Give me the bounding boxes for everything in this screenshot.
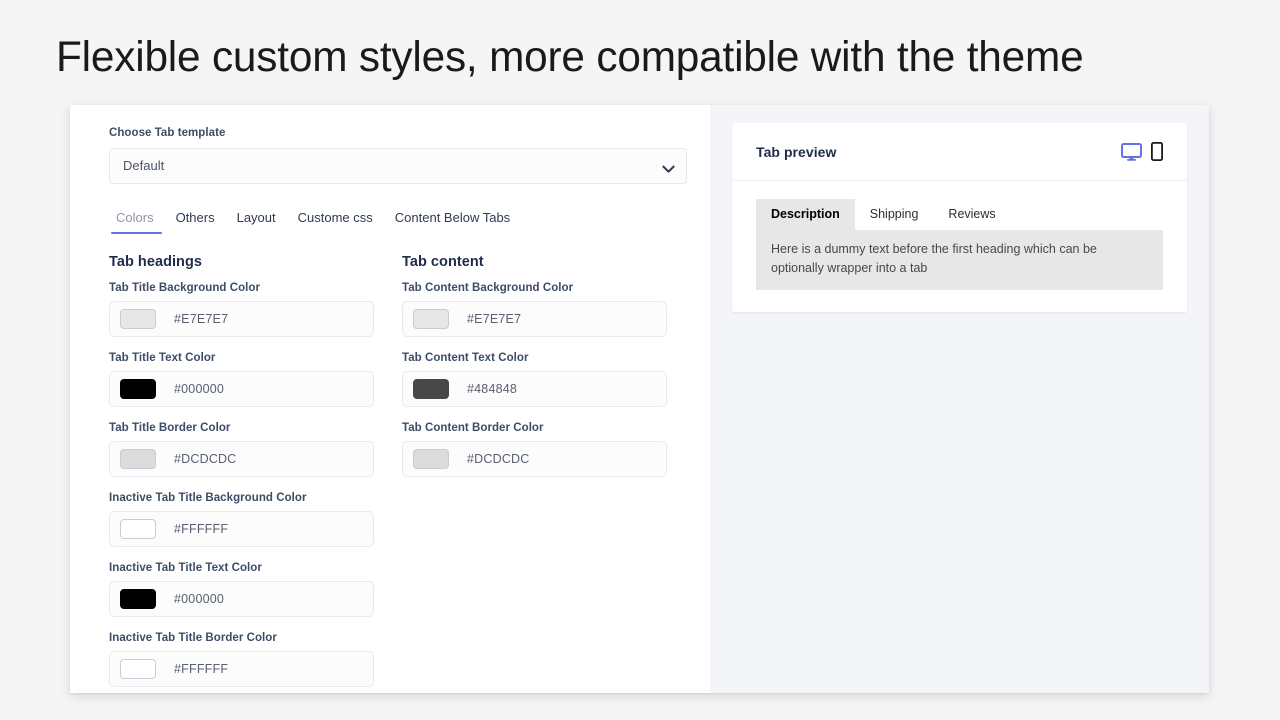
field-label: Tab Content Text Color	[402, 352, 667, 364]
color-input[interactable]: #E7E7E7	[402, 301, 667, 337]
field-label: Tab Title Border Color	[109, 422, 374, 434]
field-label: Inactive Tab Title Text Color	[109, 562, 374, 574]
tab-label: Colors	[116, 210, 154, 225]
hex-value: #000000	[174, 382, 224, 396]
hex-value: #DCDCDC	[467, 452, 530, 466]
tab-label: Layout	[237, 210, 276, 225]
field-tab-title-text-color: Tab Title Text Color #000000	[109, 352, 374, 407]
color-input[interactable]: #484848	[402, 371, 667, 407]
color-swatch[interactable]	[120, 449, 156, 469]
desktop-view-icon[interactable]	[1121, 143, 1142, 161]
field-label: Tab Content Background Color	[402, 282, 667, 294]
tab-label: Others	[176, 210, 215, 225]
color-input[interactable]: #FFFFFF	[109, 651, 374, 687]
field-label: Inactive Tab Title Background Color	[109, 492, 374, 504]
color-swatch[interactable]	[413, 449, 449, 469]
preview-title: Tab preview	[756, 144, 836, 160]
hex-value: #FFFFFF	[174, 522, 228, 536]
color-swatch[interactable]	[120, 589, 156, 609]
field-label: Tab Title Background Color	[109, 282, 374, 294]
template-select-label: Choose Tab template	[109, 127, 684, 139]
page-title: Flexible custom styles, more compatible …	[56, 28, 1083, 86]
preview-body: Description Shipping Reviews Here is a d…	[732, 181, 1187, 312]
field-label: Inactive Tab Title Border Color	[109, 632, 374, 644]
column-tab-content: Tab content Tab Content Background Color…	[402, 254, 667, 693]
color-input[interactable]: #000000	[109, 371, 374, 407]
hex-value: #FFFFFF	[174, 662, 228, 676]
section-title: Tab content	[402, 254, 667, 270]
color-input[interactable]: #FFFFFF	[109, 511, 374, 547]
color-input[interactable]: #DCDCDC	[109, 441, 374, 477]
hex-value: #E7E7E7	[467, 312, 521, 326]
field-inactive-tab-title-border-color: Inactive Tab Title Border Color #FFFFFF	[109, 632, 374, 687]
tab-colors[interactable]: Colors	[109, 210, 165, 234]
hex-value: #484848	[467, 382, 517, 396]
settings-tab-bar: Colors Others Layout Custome css Content…	[109, 204, 687, 234]
hex-value: #E7E7E7	[174, 312, 228, 326]
tab-custome-css[interactable]: Custome css	[287, 210, 384, 234]
preview-pane: Tab preview	[710, 105, 1209, 693]
color-swatch[interactable]	[120, 379, 156, 399]
preview-tab-bar: Description Shipping Reviews	[756, 199, 1163, 230]
app-screenshot-card: Choose Tab template Default Colors Other…	[70, 105, 1209, 693]
preview-header: Tab preview	[732, 123, 1187, 181]
tab-others[interactable]: Others	[165, 210, 226, 234]
tab-label: Content Below Tabs	[395, 210, 510, 225]
tab-label: Custome css	[298, 210, 373, 225]
color-swatch[interactable]	[120, 659, 156, 679]
tab-layout[interactable]: Layout	[226, 210, 287, 234]
tab-template-select[interactable]: Default	[109, 148, 687, 184]
preview-tab-description[interactable]: Description	[756, 199, 855, 230]
field-tab-content-border-color: Tab Content Border Color #DCDCDC	[402, 422, 667, 477]
preview-tab-reviews[interactable]: Reviews	[933, 199, 1010, 230]
mobile-view-icon[interactable]	[1151, 142, 1163, 161]
settings-pane: Choose Tab template Default Colors Other…	[70, 105, 710, 693]
field-tab-content-background-color: Tab Content Background Color #E7E7E7	[402, 282, 667, 337]
color-input[interactable]: #DCDCDC	[402, 441, 667, 477]
color-swatch[interactable]	[120, 519, 156, 539]
preview-tab-shipping[interactable]: Shipping	[855, 199, 934, 230]
hex-value: #000000	[174, 592, 224, 606]
field-tab-title-border-color: Tab Title Border Color #DCDCDC	[109, 422, 374, 477]
device-toggle-group	[1121, 142, 1163, 161]
column-tab-headings: Tab headings Tab Title Background Color …	[109, 254, 374, 693]
color-input[interactable]: #E7E7E7	[109, 301, 374, 337]
template-select-wrap: Default	[109, 148, 687, 184]
hex-value: #DCDCDC	[174, 452, 237, 466]
field-tab-title-background-color: Tab Title Background Color #E7E7E7	[109, 282, 374, 337]
color-swatch[interactable]	[413, 379, 449, 399]
field-label: Tab Title Text Color	[109, 352, 374, 364]
color-input[interactable]: #000000	[109, 581, 374, 617]
field-inactive-tab-title-text-color: Inactive Tab Title Text Color #000000	[109, 562, 374, 617]
tab-content-below-tabs[interactable]: Content Below Tabs	[384, 210, 521, 234]
field-label: Tab Content Border Color	[402, 422, 667, 434]
preview-card: Tab preview	[732, 123, 1187, 312]
field-tab-content-text-color: Tab Content Text Color #484848	[402, 352, 667, 407]
field-inactive-tab-title-background-color: Inactive Tab Title Background Color #FFF…	[109, 492, 374, 547]
preview-tab-content: Here is a dummy text before the first he…	[756, 230, 1163, 290]
color-swatch[interactable]	[413, 309, 449, 329]
section-title: Tab headings	[109, 254, 374, 270]
settings-columns: Tab headings Tab Title Background Color …	[109, 254, 684, 693]
color-swatch[interactable]	[120, 309, 156, 329]
